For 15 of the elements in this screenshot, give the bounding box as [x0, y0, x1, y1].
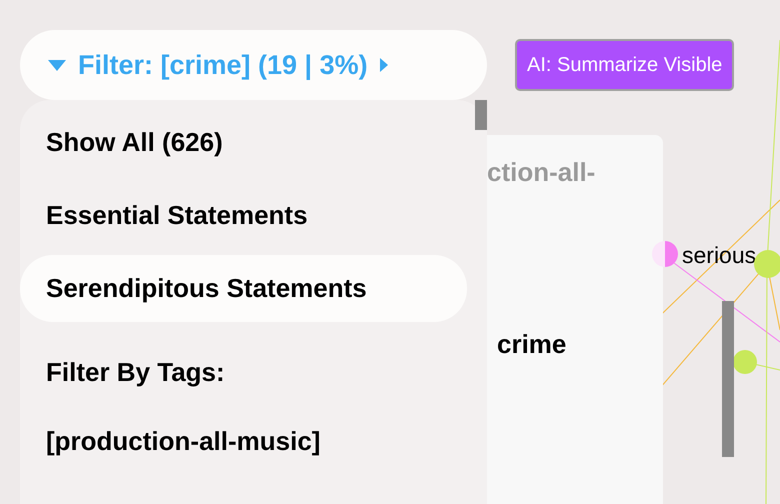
summarize-button[interactable]: AI: Summarize Visible	[515, 39, 734, 91]
tags-text: ction-all-	[487, 157, 596, 188]
keyword-text: crime	[497, 329, 566, 360]
graph-node[interactable]	[733, 350, 757, 374]
menu-item[interactable]: Essential Statements	[20, 182, 467, 249]
caret-down-icon	[48, 60, 66, 70]
tag-item[interactable]: [production-all-music]	[20, 408, 467, 475]
menu-item[interactable]: Show All (626)	[20, 109, 467, 176]
scrollbar[interactable]	[475, 100, 487, 130]
graph-node[interactable]	[652, 241, 678, 267]
menu-item[interactable]: Serendipitous Statements	[20, 255, 467, 322]
caret-right-icon	[380, 58, 388, 72]
section-title: Filter By Tags:	[45, 356, 226, 388]
graph-node[interactable]	[754, 250, 780, 278]
scrollbar[interactable]	[722, 301, 734, 457]
